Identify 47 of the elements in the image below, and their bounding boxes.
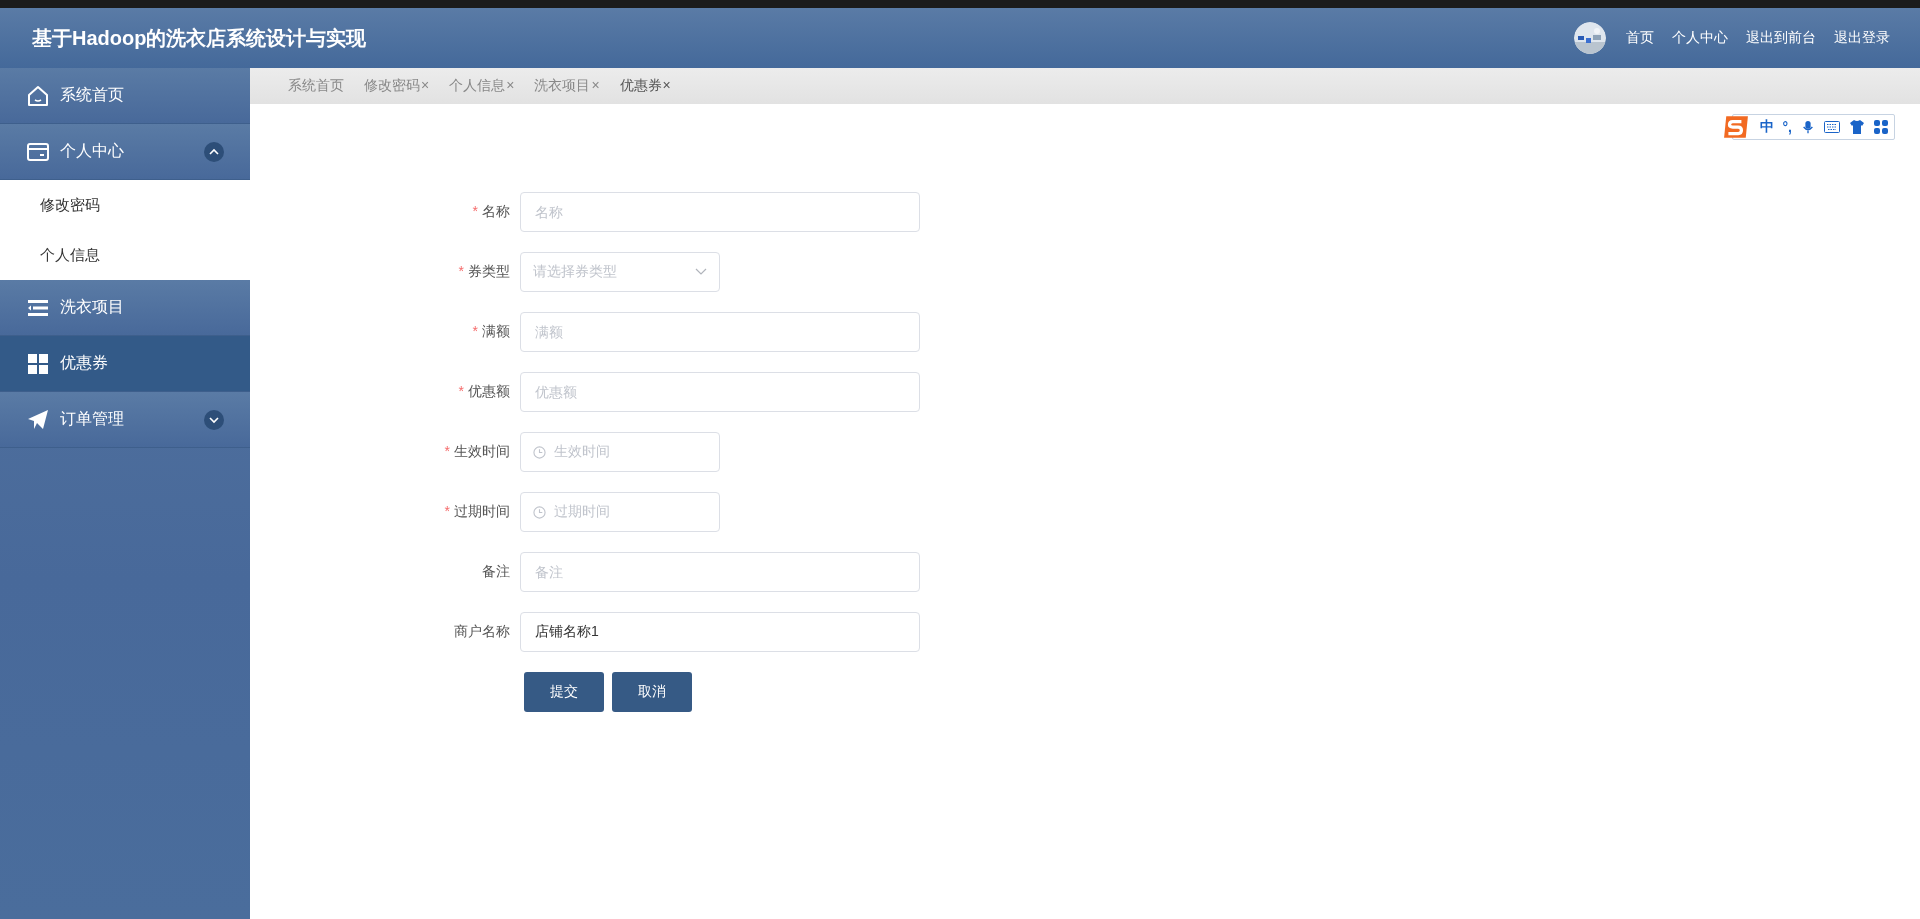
field-label: 商户名称 [453, 623, 510, 641]
clock-icon [533, 445, 546, 459]
app-title: 基于Hadoop的洗衣店系统设计与实现 [32, 25, 367, 51]
form-button[interactable]: 提交 [524, 672, 604, 712]
field-label: 备注 [481, 563, 510, 581]
chevron-down-icon [695, 268, 707, 276]
field-label: * 券类型 [457, 263, 510, 281]
nav-link[interactable]: 首页 [1626, 29, 1654, 47]
punctuation-toggle[interactable]: °, [1782, 119, 1792, 135]
tab[interactable]: 系统首页 [288, 77, 344, 95]
menu-item[interactable]: 优惠券 [0, 336, 250, 392]
menu-item[interactable]: 洗衣项目 [0, 280, 250, 336]
text-field[interactable]: 满额 [520, 312, 920, 352]
submenu-item[interactable]: 修改密码 [0, 180, 250, 230]
form-button[interactable]: 取消 [612, 672, 692, 712]
nav-link[interactable]: 个人中心 [1672, 29, 1728, 47]
field-label: * 生效时间 [443, 443, 510, 461]
menu-item[interactable]: 个人中心 [0, 124, 250, 180]
menu-item[interactable]: 系统首页 [0, 68, 250, 124]
tab[interactable]: 修改密码× [364, 77, 430, 95]
text-field[interactable]: 优惠额 [520, 372, 920, 412]
text-field[interactable]: 店铺名称1 [520, 612, 920, 652]
microphone-icon[interactable] [1801, 119, 1815, 135]
close-icon[interactable]: × [662, 77, 671, 93]
shirt-icon[interactable] [1849, 119, 1865, 135]
field-label: * 名称 [471, 203, 510, 221]
tab[interactable]: 个人信息× [449, 77, 515, 95]
submenu-item[interactable]: 个人信息 [0, 230, 250, 280]
clock-icon [533, 505, 546, 519]
close-icon[interactable]: × [506, 77, 515, 93]
field-label: * 满额 [471, 323, 510, 341]
keyboard-icon[interactable] [1824, 121, 1840, 133]
home-icon [26, 83, 50, 108]
close-icon[interactable]: × [421, 77, 430, 93]
grid-icon[interactable] [1874, 120, 1888, 134]
tab[interactable]: 洗衣项目× [534, 77, 600, 95]
text-field[interactable]: 名称 [520, 192, 920, 232]
tab[interactable]: 优惠券× [619, 77, 671, 95]
input-mode-toggle[interactable]: 中 [1759, 118, 1774, 136]
text-field[interactable]: 备注 [520, 552, 920, 592]
nav-link[interactable]: 退出到前台 [1746, 29, 1816, 47]
grid-icon [26, 351, 50, 376]
close-icon[interactable]: × [591, 77, 600, 93]
menu-item[interactable]: 订单管理 [0, 392, 250, 448]
nav-link[interactable]: 退出登录 [1834, 29, 1890, 47]
field-label: * 优惠额 [457, 383, 510, 401]
field-label: * 过期时间 [443, 503, 510, 521]
